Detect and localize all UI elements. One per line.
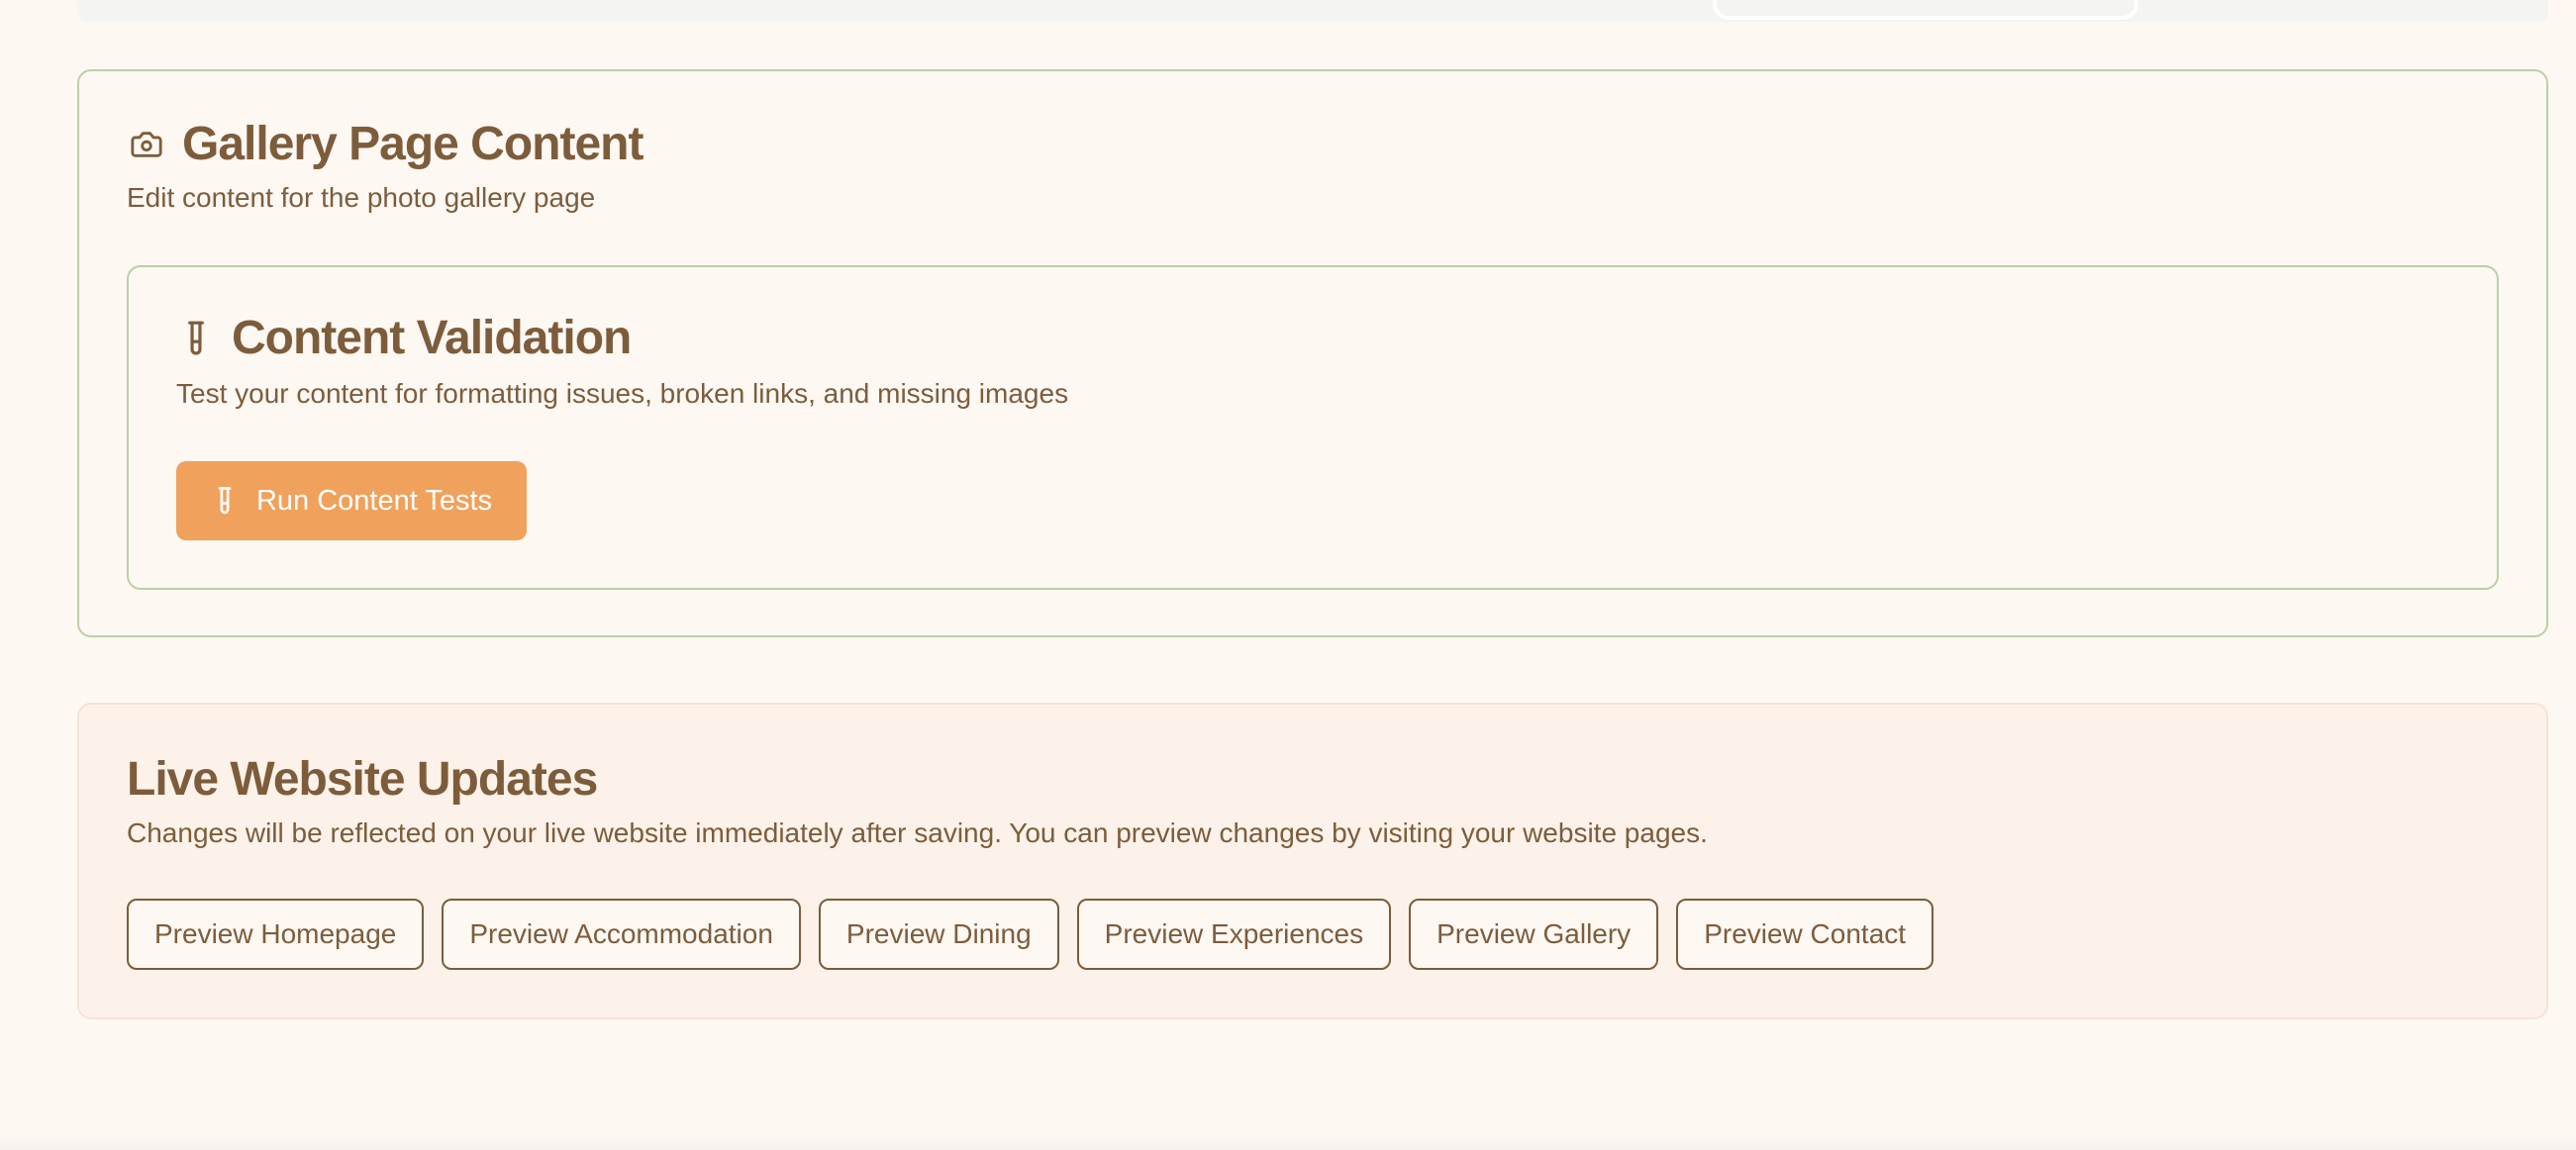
- gallery-title: Gallery Page Content: [182, 118, 644, 170]
- live-updates-description: Changes will be reflected on your live w…: [127, 817, 1708, 848]
- camera-icon: [127, 125, 166, 164]
- preview-accommodation-button[interactable]: Preview Accommodation: [442, 899, 801, 970]
- preview-dining-button[interactable]: Preview Dining: [818, 899, 1059, 970]
- live-updates-title: Live Website Updates: [127, 753, 598, 806]
- run-content-tests-button[interactable]: Run Content Tests: [176, 461, 527, 540]
- preview-contact-button[interactable]: Preview Contact: [1676, 899, 1934, 970]
- previous-section-tab-edge: [1713, 0, 2138, 20]
- preview-homepage-button[interactable]: Preview Homepage: [127, 899, 425, 970]
- gallery-header: Gallery Page Content: [127, 117, 644, 171]
- run-content-tests-label: Run Content Tests: [255, 484, 493, 517]
- test-tube-icon: [211, 484, 239, 518]
- validation-description: Test your content for formatting issues,…: [176, 378, 1069, 409]
- preview-gallery-button[interactable]: Preview Gallery: [1409, 899, 1659, 970]
- preview-buttons-row: Preview Homepage Preview Accommodation P…: [127, 899, 1934, 970]
- test-tube-icon: [176, 319, 216, 358]
- bottom-edge: [0, 1136, 2576, 1150]
- previous-section-edge: [77, 0, 2548, 22]
- gallery-description: Edit content for the photo gallery page: [127, 182, 596, 213]
- live-website-updates-card: Live Website Updates Changes will be ref…: [77, 703, 2548, 1019]
- content-validation-card: Content Validation Test your content for…: [127, 265, 2499, 590]
- validation-title: Content Validation: [232, 312, 632, 364]
- gallery-content-card: Gallery Page Content Edit content for th…: [77, 69, 2548, 637]
- preview-experiences-button[interactable]: Preview Experiences: [1076, 899, 1392, 970]
- validation-header: Content Validation: [176, 311, 632, 365]
